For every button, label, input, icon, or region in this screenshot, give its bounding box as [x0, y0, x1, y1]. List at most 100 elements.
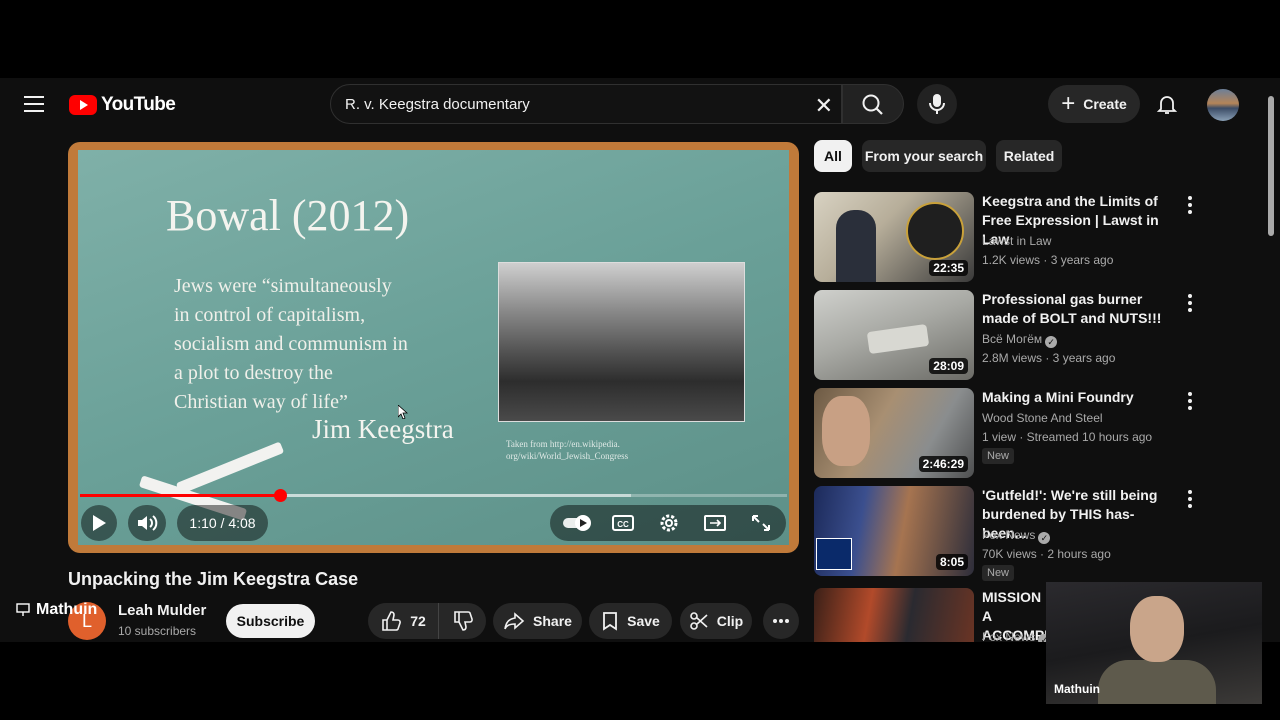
slide-credit: Taken from http://en.wikipedia. org/wiki… [506, 439, 629, 461]
recommendation-item[interactable]: 22:35 Keegstra and the Limits of Free Ex… [814, 192, 1204, 284]
like-button[interactable]: 72 [368, 603, 439, 639]
create-label: Create [1083, 96, 1127, 112]
more-vert-icon[interactable] [1184, 392, 1196, 410]
video-meta: 1 view · Streamed 10 hours ago [982, 430, 1153, 444]
new-badge: New [982, 448, 1015, 464]
more-actions-button[interactable] [763, 603, 799, 639]
channel-name[interactable]: Всё Могём ✓ [982, 332, 1058, 348]
slide-photo [498, 262, 745, 422]
scrubber-handle[interactable] [274, 489, 288, 502]
slide-author: Jim Keegstra [312, 414, 454, 444]
video-duration: 22:35 [929, 260, 968, 276]
logo-text: YouTube [101, 94, 176, 115]
subscribe-button[interactable]: Subscribe [226, 604, 315, 638]
more-vert-icon[interactable] [1184, 196, 1196, 214]
notifications-bell-icon[interactable] [1155, 92, 1179, 116]
slide-quote: Jews were “simultaneously in control of … [174, 275, 408, 413]
fullscreen-icon[interactable] [750, 513, 772, 533]
volume-icon [138, 515, 158, 531]
channel-name[interactable]: Lawst in Law [982, 234, 1051, 248]
microphone-icon [929, 94, 945, 114]
channel-name[interactable]: Leah Mulder [118, 602, 206, 619]
page-scrollbar[interactable] [1268, 88, 1276, 633]
play-button[interactable] [81, 505, 117, 541]
share-button[interactable]: Share [493, 603, 582, 639]
fox-news-logo-icon [816, 538, 852, 570]
plus-icon: + [1061, 90, 1076, 117]
channel-name[interactable]: Fox News ✓ [982, 528, 1051, 544]
video-thumbnail[interactable]: 22:35 [814, 192, 974, 282]
save-label: Save [627, 613, 660, 629]
video-meta: 70K views · 2 hours ago [982, 547, 1111, 561]
recommendation-item[interactable]: 28:09 Professional gas burner made of BO… [814, 290, 1204, 382]
svg-text:CC: CC [617, 520, 629, 529]
video-meta: 2.8M views · 3 years ago [982, 351, 1116, 365]
webcam-overlay: Mathuin [1046, 582, 1262, 704]
chip-related[interactable]: Related [996, 140, 1062, 172]
video-thumbnail[interactable]: 28:09 [814, 290, 974, 380]
thumbs-down-icon [453, 611, 473, 631]
search-input[interactable]: R. v. Keegstra documentary [345, 96, 805, 113]
dislike-button[interactable] [439, 610, 486, 632]
miniplayer-icon[interactable] [704, 513, 726, 533]
more-vert-icon[interactable] [1184, 490, 1196, 508]
account-avatar[interactable] [1207, 89, 1239, 121]
play-icon [93, 515, 106, 531]
more-vert-icon[interactable] [1184, 294, 1196, 312]
youtube-logo[interactable]: YouTube [69, 94, 176, 116]
like-count: 72 [410, 613, 426, 629]
right-controls: CC [550, 505, 786, 541]
video-title[interactable]: Professional gas burner made of BOLT and… [982, 290, 1178, 328]
channel-name-text: Fox News [982, 630, 1036, 642]
scissors-icon [689, 612, 708, 630]
youtube-play-icon [69, 95, 97, 115]
progress-bar[interactable] [80, 489, 787, 502]
volume-button[interactable] [128, 505, 166, 541]
video-thumbnail[interactable] [814, 588, 974, 642]
save-button[interactable]: Save [589, 603, 672, 639]
recommendation-item[interactable]: 8:05 'Gutfeld!': We're still being burde… [814, 486, 1204, 581]
search-button[interactable] [842, 84, 904, 124]
autoplay-toggle-icon[interactable] [562, 513, 592, 533]
chip-from-your-search[interactable]: From your search [862, 140, 986, 172]
time-display: 1:10 / 4:08 [177, 505, 268, 541]
clip-button[interactable]: Clip [680, 603, 752, 639]
search-box[interactable]: R. v. Keegstra documentary ✕ [330, 84, 842, 124]
clip-label: Clip [716, 613, 744, 629]
chalk-piece [175, 441, 285, 495]
scrollbar-thumb[interactable] [1268, 96, 1274, 236]
clear-search-icon[interactable]: ✕ [815, 93, 833, 119]
video-duration: 2:46:29 [918, 456, 968, 472]
webcam-label: Mathuin [1054, 682, 1100, 696]
watermark-text: Mathuin [36, 601, 98, 618]
person-figure [822, 396, 870, 466]
streamer-head [1130, 596, 1184, 662]
recommendation-item[interactable]: 2:46:29 Making a Mini Foundry Wood Stone… [814, 388, 1204, 480]
channel-name[interactable]: Wood Stone And Steel [982, 411, 1103, 425]
burner-object [866, 323, 930, 355]
monitor-icon [16, 603, 30, 616]
menu-icon[interactable] [24, 96, 44, 112]
video-meta: 1.2K views · 3 years ago [982, 253, 1114, 267]
create-button[interactable]: + Create [1048, 85, 1140, 123]
video-thumbnail[interactable]: 8:05 [814, 486, 974, 576]
video-duration: 28:09 [929, 358, 968, 374]
share-label: Share [533, 613, 572, 629]
chip-all[interactable]: All [814, 140, 852, 172]
thumbs-up-icon [382, 611, 402, 631]
stream-watermark: Mathuin [16, 601, 97, 619]
video-duration: 8:05 [935, 554, 968, 570]
captions-icon[interactable]: CC [612, 513, 634, 533]
more-horizontal-icon [773, 619, 789, 623]
settings-gear-icon[interactable] [658, 513, 680, 533]
video-thumbnail[interactable]: 2:46:29 [814, 388, 974, 478]
like-dislike-group: 72 [368, 603, 486, 639]
search-icon [862, 94, 883, 115]
voice-search-button[interactable] [917, 84, 957, 124]
channel-name[interactable]: Fox News ✓ [982, 630, 1051, 642]
verified-icon: ✓ [1038, 532, 1051, 544]
video-title[interactable]: Making a Mini Foundry [982, 388, 1178, 407]
video-frame-chalkboard: Bowal (2012) Jews were “simultaneously i… [78, 150, 789, 545]
video-title: Unpacking the Jim Keegstra Case [68, 569, 359, 589]
video-player[interactable]: Bowal (2012) Jews were “simultaneously i… [68, 142, 799, 553]
